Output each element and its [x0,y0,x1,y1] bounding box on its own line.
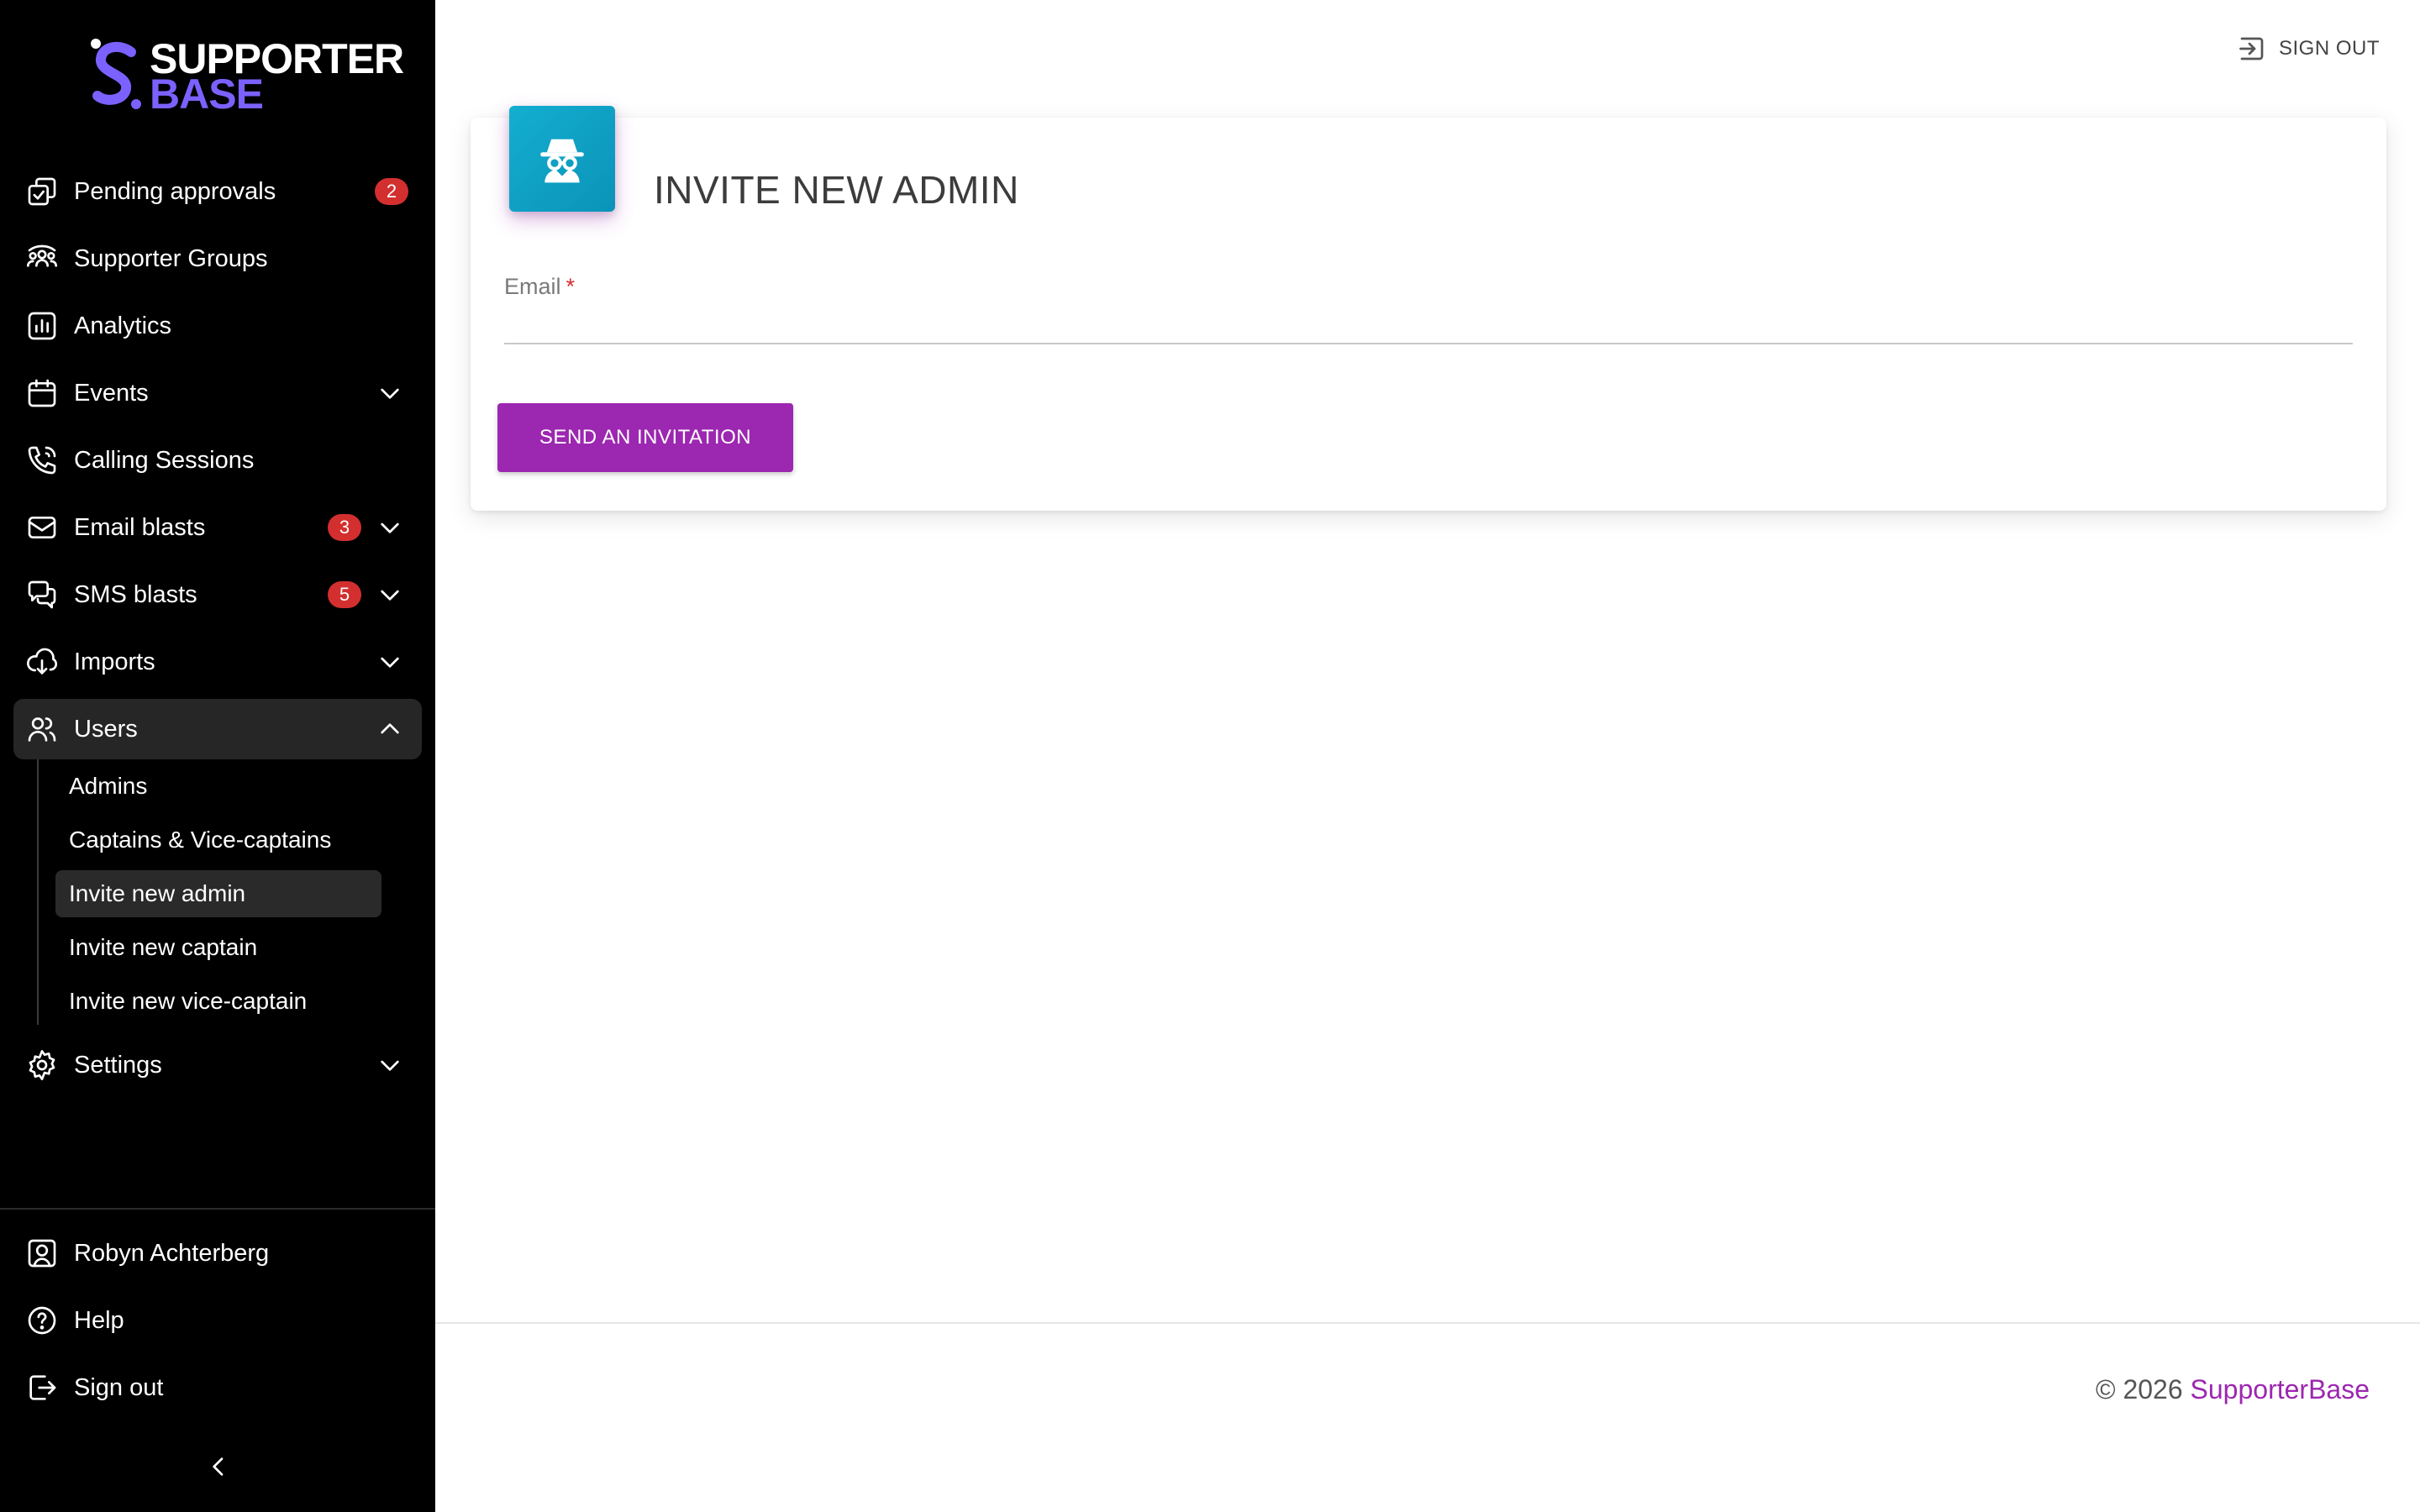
chevron-down-icon[interactable] [376,380,403,407]
sidebar-item-pending-approvals[interactable]: Pending approvals 2 [13,161,422,222]
sidebar-item-events[interactable]: Events [13,363,422,423]
chevron-down-icon[interactable] [376,1052,403,1079]
sidebar-item-sms-blasts[interactable]: SMS blasts 5 [13,564,422,625]
sidebar-subitem-invite-vice-captain[interactable]: Invite new vice-captain [55,978,381,1025]
chevron-left-icon [213,1457,224,1476]
sidebar-item-label: Supporter Groups [74,245,268,272]
sidebar: SUPPORTER BASE Pending approvals 2 Suppo… [0,0,435,1512]
footer-brand-link[interactable]: SupporterBase [2191,1374,2370,1404]
incognito-icon [509,106,615,212]
required-asterisk: * [566,274,576,299]
sidebar-item-calling-sessions[interactable]: Calling Sessions [13,430,422,491]
sidebar-item-imports[interactable]: Imports [13,632,422,692]
email-label-text: Email [504,274,561,299]
sidebar-item-sign-out[interactable]: Sign out [13,1357,422,1418]
login-icon [2237,34,2267,64]
gear-icon [25,1048,59,1082]
sidebar-subitem-admins[interactable]: Admins [55,763,381,810]
collapse-sidebar-button[interactable] [205,1453,232,1480]
sidebar-subitem-invite-admin[interactable]: Invite new admin [55,870,381,917]
sidebar-item-label: Settings [74,1052,162,1079]
logo-word-base: BASE [150,71,264,118]
users-icon [25,712,59,746]
sidebar-item-label: Help [74,1307,124,1334]
sidebar-item-label: Email blasts [74,514,206,541]
user-icon [25,1236,59,1270]
sidebar-subitem-invite-captain[interactable]: Invite new captain [55,924,381,971]
sidebar-item-settings[interactable]: Settings [13,1035,422,1095]
chevron-down-icon[interactable] [376,648,403,675]
approvals-icon [25,175,59,208]
email-field[interactable] [504,304,2353,344]
chevron-up-icon[interactable] [376,716,403,743]
sms-blasts-count-badge: 5 [328,581,361,608]
users-subtree-line [37,759,39,1025]
footer-divider [435,1322,2420,1324]
sidebar-item-label: Pending approvals [74,178,276,205]
chevron-down-icon[interactable] [376,514,403,541]
sidebar-subitem-captains[interactable]: Captains & Vice-captains [55,816,381,864]
chat-icon [25,578,59,612]
sidebar-item-supporter-groups[interactable]: Supporter Groups [13,228,422,289]
sidebar-item-email-blasts[interactable]: Email blasts 3 [13,497,422,558]
groups-icon [25,242,59,276]
logout-icon [25,1371,59,1404]
footer: © 2026 SupporterBase [2096,1374,2370,1405]
email-field-label: Email * [504,274,575,300]
email-blasts-count-badge: 3 [328,514,361,541]
mail-icon [25,511,59,544]
header-sign-out-button[interactable]: SIGN OUT [2237,32,2380,66]
pending-count-badge: 2 [375,178,408,205]
sidebar-item-label: Robyn Achterberg [74,1240,270,1267]
page-title: INVITE NEW ADMIN [654,168,1019,212]
phone-icon [25,444,59,477]
logo-mark-icon [91,39,141,109]
sidebar-item-analytics[interactable]: Analytics [13,296,422,356]
send-invitation-button[interactable]: SEND AN INVITATION [497,403,793,472]
sidebar-divider [0,1208,435,1210]
sidebar-item-label: Sign out [74,1374,164,1401]
analytics-icon [25,309,59,343]
sidebar-item-label: Events [74,380,149,407]
help-icon [25,1304,59,1337]
sidebar-item-label: Imports [74,648,155,675]
sign-out-label: SIGN OUT [2279,37,2381,60]
brand-logo[interactable]: SUPPORTER BASE [87,37,404,118]
sidebar-item-users[interactable]: Users [13,699,422,759]
chevron-down-icon[interactable] [376,581,403,608]
copyright-text: © 2026 [2095,1374,2183,1404]
sidebar-item-label: Users [74,716,138,743]
sidebar-item-label: Calling Sessions [74,447,255,474]
cloud-download-icon [25,645,59,679]
sidebar-item-help[interactable]: Help [13,1290,422,1351]
sidebar-item-label: Analytics [74,312,172,339]
sidebar-item-profile[interactable]: Robyn Achterberg [13,1223,422,1284]
calendar-icon [25,376,59,410]
sidebar-item-label: SMS blasts [74,581,197,608]
